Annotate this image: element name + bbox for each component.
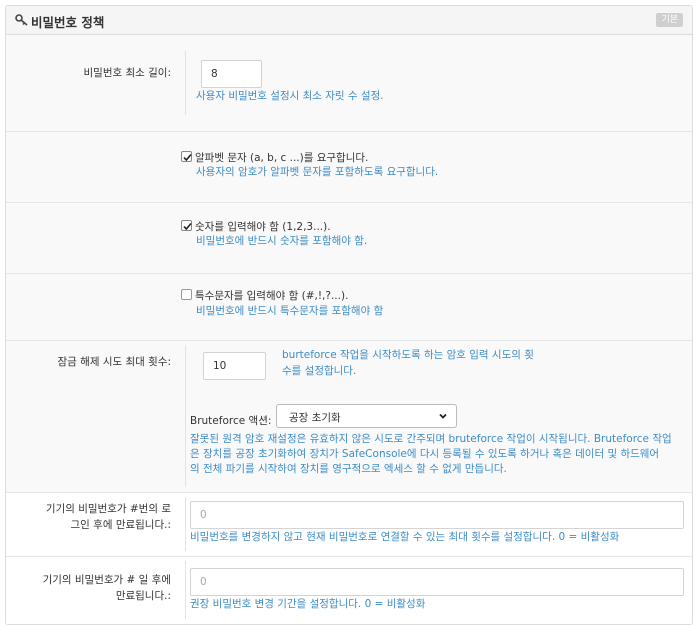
alpha-help: 사용자의 암호가 알파벳 문자를 포함하도록 요구합니다.: [196, 166, 439, 178]
divider: [185, 51, 186, 115]
bruteforce-action-select[interactable]: 공장 초기화: [276, 404, 457, 428]
bruteforce-action-label: Bruteforce 액션:: [190, 415, 272, 427]
unlock-attempts-input[interactable]: 10: [203, 352, 266, 380]
min-length-input[interactable]: 8: [201, 60, 262, 88]
bruteforce-action-help-3: 의 전체 파기를 시작하여 장치를 영구적으로 엑세스 할 수 없게 만듭니다.: [190, 463, 507, 475]
expire-logins-input[interactable]: 0: [190, 501, 684, 529]
special-checkbox[interactable]: [181, 289, 192, 300]
chevron-down-icon: [439, 413, 447, 419]
expire-days-input[interactable]: 0: [190, 568, 684, 596]
expire-days-help: 권장 비밀번호 변경 기간을 설정합니다. 0 = 비활성화: [190, 598, 426, 610]
min-length-label: 비밀번호 최소 길이:: [83, 67, 172, 79]
divider: [185, 345, 186, 487]
unlock-attempts-label: 잠금 해제 시도 최대 횟수:: [57, 356, 172, 368]
password-policy-panel: 비밀번호 정책 기본 비밀번호 최소 길이: 8 사용자 비밀번호 설정시 최소…: [5, 5, 693, 625]
unlock-attempts-help-1: burteforce 작업을 시작하도록 하는 암호 입력 시도의 횟: [282, 349, 534, 361]
bruteforce-action-value: 공장 초기화: [289, 412, 341, 424]
divider: [185, 561, 186, 619]
min-length-section: [6, 35, 692, 131]
numeric-help: 비밀번호에 반드시 숫자를 포함해야 함.: [196, 235, 368, 247]
divider: [185, 497, 186, 551]
numeric-checkbox[interactable]: [181, 220, 192, 231]
numeric-label: 숫자를 입력해야 함 (1,2,3...).: [195, 221, 331, 233]
bruteforce-action-help-1: 잘못된 원격 암호 재설정은 유효하지 않은 시도로 간주되며 brutefor…: [190, 433, 672, 445]
expire-logins-help: 비밀번호를 변경하지 않고 현재 비밀번호로 연결할 수 있는 최대 횟수를 설…: [190, 531, 620, 543]
expire-days-label-2: 만료됩니다.:: [115, 590, 171, 602]
alpha-checkbox[interactable]: [181, 151, 192, 162]
expire-logins-label-1: 기기의 비밀번호가 #번의 로: [45, 503, 171, 515]
unlock-attempts-help-2: 수를 설정합니다.: [282, 365, 357, 377]
key-icon: [15, 14, 28, 26]
check-icon: [183, 153, 192, 162]
expire-logins-label-2: 그인 후에 만료됩니다.:: [70, 519, 172, 531]
expire-days-label-1: 기기의 비밀번호가 # 일 후에: [42, 574, 171, 586]
special-label: 특수문자를 입력해야 함 (#,!,?...).: [195, 290, 349, 302]
default-badge: 기본: [656, 13, 683, 27]
min-length-help: 사용자 비밀번호 설정시 최소 자릿 수 설정.: [196, 90, 384, 102]
alpha-label: 알파벳 문자 (a, b, c ...)를 요구합니다.: [195, 152, 369, 164]
panel-header: 비밀번호 정책 기본: [6, 6, 692, 35]
panel-title: 비밀번호 정책: [31, 15, 105, 30]
bruteforce-action-help-2: 은 장치를 공장 초기화하여 장치가 SafeConsole에 다시 등록될 수…: [190, 448, 660, 460]
special-help: 비밀번호에 반드시 특수문자를 포함해야 함: [196, 305, 384, 317]
check-icon: [183, 222, 192, 231]
